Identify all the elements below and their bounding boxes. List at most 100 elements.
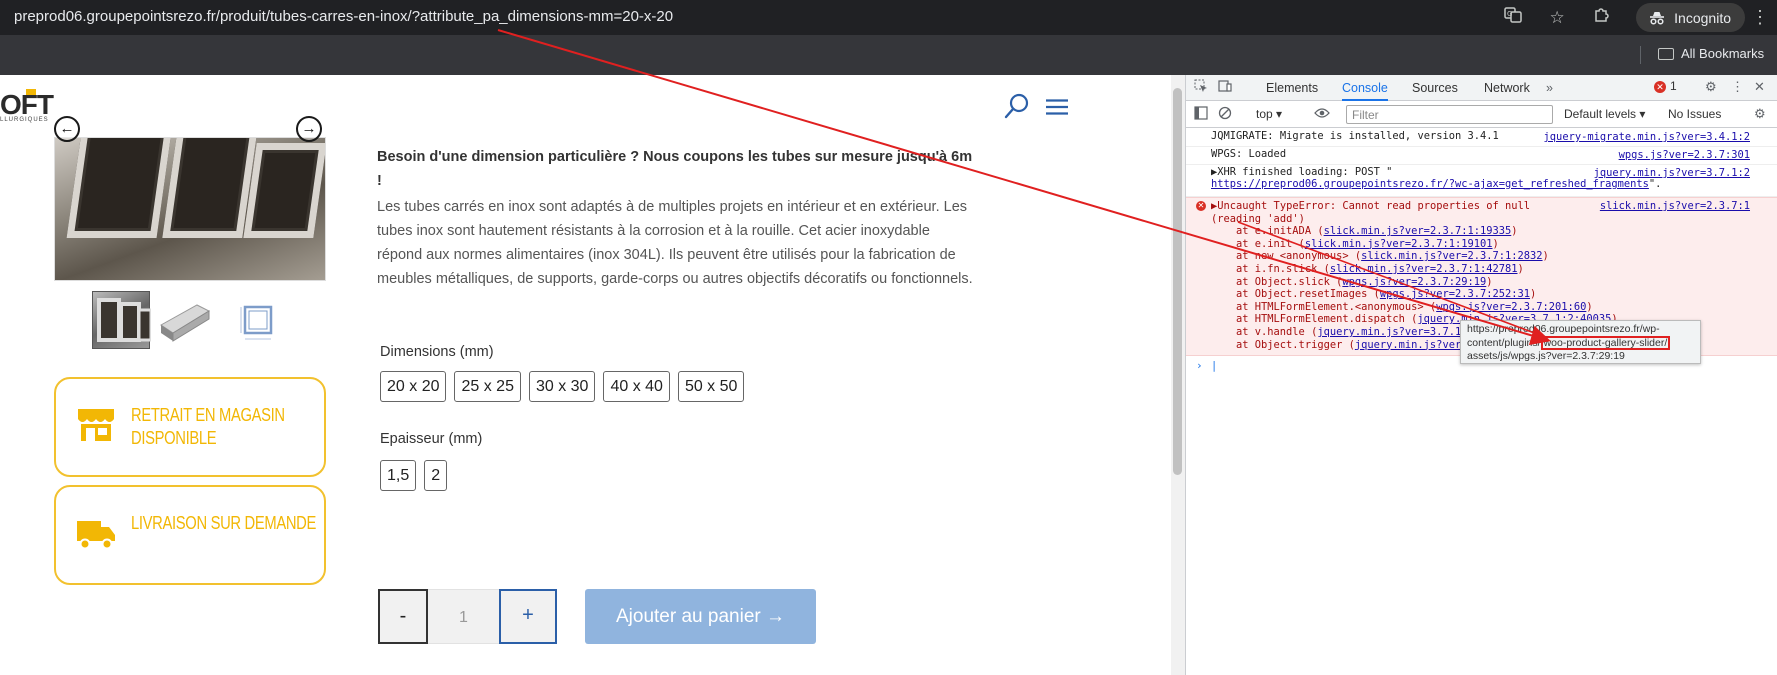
quantity-input[interactable]: 1 [428,589,499,644]
console-settings-icon[interactable]: ⚙ [1754,106,1766,122]
dimensions-options: 20 x 20 25 x 25 30 x 30 40 x 40 50 x 50 [380,371,752,402]
all-bookmarks-button[interactable]: All Bookmarks [1658,46,1764,61]
store-pickup-label: RETRAIT EN MAGASIN DISPONIBLE [131,405,285,448]
error-source-link[interactable]: slick.min.js?ver=2.3.7:1 [1600,200,1750,212]
search-icon[interactable] [1004,93,1030,119]
error-icon: ✕ [1196,201,1206,211]
website-viewport: OFT LLURGIQUES ← → RETRAIT EN MAGASIN DI… [0,75,1171,675]
stack-frame: at e.initADA (slick.min.js?ver=2.3.7:1:1… [1236,225,1518,238]
incognito-icon [1648,9,1666,27]
quantity-increase-button[interactable]: + [499,589,557,644]
issues-counter[interactable]: No Issues [1668,107,1721,121]
tab-sources[interactable]: Sources [1412,75,1458,101]
error-message-cont: (reading 'add') [1211,212,1305,225]
more-tabs-icon[interactable]: » [1546,75,1553,101]
tab-console[interactable]: Console [1342,75,1388,101]
stack-frame: at HTMLFormElement.<anonymous> (wpgs.js?… [1236,300,1593,313]
product-main-image[interactable] [54,137,326,281]
stack-frame-link[interactable]: wpgs.js?ver=2.3.7:201:60 [1436,301,1586,313]
menu-kebab-icon[interactable]: ⋮ [1751,7,1769,28]
xhr-url-link[interactable]: https://preprod06.groupepointsrezo.fr/?w… [1211,178,1649,190]
stack-frame: at i.fn.slick (slick.min.js?ver=2.3.7:1:… [1236,262,1524,275]
url-text[interactable]: preprod06.groupepointsrezo.fr/produit/tu… [14,8,673,25]
thickness-option-2[interactable]: 2 [424,460,448,491]
inspect-element-icon[interactable] [1194,79,1208,96]
tab-elements[interactable]: Elements [1266,75,1318,101]
devtools-panel: Elements Console Sources Network » ✕ 1 ⚙… [1185,75,1777,675]
gallery-thumbnail[interactable] [92,291,153,349]
clear-console-icon[interactable] [1218,106,1232,123]
add-to-cart-button[interactable]: Ajouter au panier → [585,589,816,644]
bookmarks-divider [1640,46,1641,64]
custom-cut-notice: Besoin d'une dimension particulière ? No… [377,149,973,189]
incognito-label: Incognito [1674,9,1731,26]
thickness-label: Epaisseur (mm) [380,431,483,447]
tube-shape [66,138,174,238]
devtools-menu-icon[interactable]: ⋮ [1731,79,1744,95]
bookmarks-bar: All Bookmarks [0,35,1777,75]
quantity-decrease-button[interactable]: - [378,589,428,644]
logo-subtitle: LLURGIQUES [0,117,49,123]
stack-frame-link[interactable]: slick.min.js?ver=2.3.7:1:42781 [1330,263,1518,275]
dimension-option-40x40[interactable]: 40 x 40 [603,371,670,402]
dimension-option-20x20[interactable]: 20 x 20 [380,371,447,402]
folder-icon [1658,47,1674,60]
stack-frame: at Object.resetImages (wpgs.js?ver=2.3.7… [1236,288,1537,301]
link-hover-tooltip: https://preprod06.groupepointsrezo.fr/wp… [1460,320,1701,364]
log-source-link[interactable]: jquery.min.js?ver=3.7.1:2 [1594,167,1750,179]
stack-frame: at Object.slick (wpgs.js?ver=2.3.7:29:19… [1236,275,1493,288]
stack-frame-link[interactable]: wpgs.js?ver=2.3.7:252:31 [1380,288,1530,300]
extensions-icon[interactable] [1592,6,1610,29]
log-levels-dropdown[interactable]: Default levels ▾ [1564,107,1645,121]
error-count[interactable]: 1 [1670,79,1677,93]
stack-frame-link[interactable]: slick.min.js?ver=2.3.7:1:19335 [1324,225,1512,237]
svg-text:G: G [1507,10,1512,18]
delivery-card: LIVRAISON SUR DEMANDE [54,485,326,585]
highlighted-plugin-path: woo-product-gallery-slider/ [1540,336,1671,350]
incognito-indicator[interactable]: Incognito [1636,3,1745,32]
stack-frame-link[interactable]: wpgs.js?ver=2.3.7:29:19 [1342,276,1486,288]
gallery-thumbnail[interactable] [229,291,287,349]
gallery-thumbnail[interactable] [157,291,215,349]
console-xhr-line[interactable]: ▶XHR finished loading: POST " jquery.min… [1186,165,1777,197]
devtools-tabbar: Elements Console Sources Network » ✕ 1 ⚙… [1186,75,1777,101]
dimension-option-25x25[interactable]: 25 x 25 [454,371,521,402]
prompt-chevron-icon: › [1196,359,1203,373]
gallery-prev-button[interactable]: ← [54,116,80,142]
tube-shape [162,138,258,238]
settings-gear-icon[interactable]: ⚙ [1705,79,1717,95]
all-bookmarks-label: All Bookmarks [1681,46,1765,61]
logo-accent [26,89,36,95]
stack-frame-link[interactable]: slick.min.js?ver=2.3.7:1:2832 [1361,250,1542,262]
console-log-line: JQMIGRATE: Migrate is installed, version… [1186,129,1777,147]
close-devtools-icon[interactable]: ✕ [1754,79,1765,95]
delivery-label: LIVRAISON SUR DEMANDE [131,513,317,533]
thickness-option-1-5[interactable]: 1,5 [380,460,417,491]
translate-icon[interactable]: G [1504,6,1522,29]
browser-address-bar[interactable]: preprod06.groupepointsrezo.fr/produit/tu… [0,0,1777,35]
tube-shape [243,143,325,238]
star-icon[interactable]: ☆ [1548,8,1566,28]
context-selector[interactable]: top ▾ [1256,107,1282,121]
tab-network[interactable]: Network [1484,75,1530,101]
console-log-line: WPGS: Loaded wpgs.js?ver=2.3.7:301 [1186,147,1777,165]
dimension-option-50x50[interactable]: 50 x 50 [677,371,745,402]
sidebar-toggle-icon[interactable] [1194,106,1208,123]
store-icon [78,409,114,441]
dimensions-label: Dimensions (mm) [380,344,494,360]
console-toolbar: top ▾ Filter Default levels ▾ No Issues … [1186,102,1777,128]
log-source-link[interactable]: wpgs.js?ver=2.3.7:301 [1619,149,1750,161]
thickness-options: 1,5 2 [380,460,455,491]
error-badge-icon[interactable]: ✕ [1654,81,1666,93]
product-description: Les tubes carrés en inox sont adaptés à … [377,199,973,287]
hamburger-menu-icon[interactable] [1046,99,1068,115]
stack-frame-link[interactable]: slick.min.js?ver=2.3.7:1:19101 [1305,238,1493,250]
stack-frame: at e.init (slick.min.js?ver=2.3.7:1:1910… [1236,237,1499,250]
eye-icon[interactable] [1314,106,1330,123]
console-filter-input[interactable]: Filter [1346,105,1553,124]
device-toolbar-icon[interactable] [1218,79,1232,96]
log-source-link[interactable]: jquery-migrate.min.js?ver=3.4.1:2 [1544,131,1750,143]
dimension-option-30x30[interactable]: 30 x 30 [528,371,596,402]
page-scrollbar-thumb[interactable] [1173,88,1182,475]
gallery-next-button[interactable]: → [296,116,322,142]
